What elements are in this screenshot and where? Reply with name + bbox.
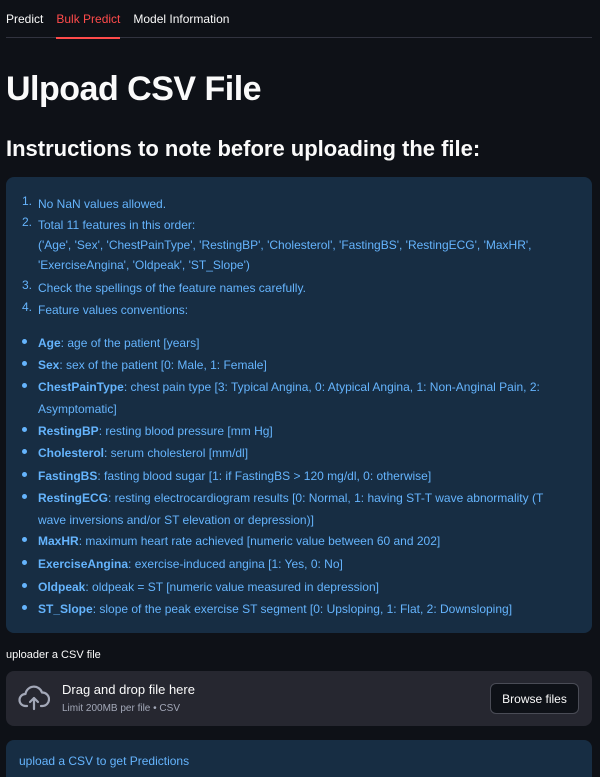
instructions-heading: Instructions to note before uploading th… [6,136,481,161]
bullet-icon [22,339,27,344]
page-title: Ulpoad CSV File [6,70,262,108]
dropzone-title: Drag and drop file here [62,682,195,697]
feature-desc: : resting blood pressure [mm Hg] [98,424,273,438]
feature-name: RestingECG [38,491,109,505]
tab-model-information[interactable]: Model Information [133,0,229,38]
feature-desc: : maximum heart rate achieved [numeric v… [78,534,441,548]
cloud-upload-icon [18,685,50,711]
instruction-text: ('Age', 'Sex', 'ChestPainType', 'Resting… [38,238,532,252]
bullet-icon [22,583,27,588]
file-dropzone[interactable]: Drag and drop file here Limit 200MB per … [6,671,592,726]
bullet-icon [22,383,27,388]
tab-bulk-predict[interactable]: Bulk Predict [56,0,121,39]
feature-desc: : oldpeak = ST [numeric value measured i… [85,580,379,594]
instruction-text: Total 11 features in this order: [38,218,196,232]
dropzone-limit: Limit 200MB per file • CSV [62,703,180,714]
list-number: 4. [22,300,33,314]
bullet-icon [22,361,27,366]
feature-name: Oldpeak [38,580,86,594]
feature-name: ExerciseAngina [38,557,129,571]
bullet-icon [22,494,27,499]
feature-name: ST_Slope [38,602,93,616]
feature-name: Age [38,336,61,350]
feature-desc: : serum cholesterol [mm/dl] [104,446,249,460]
list-number: 3. [22,278,33,292]
bullet-icon [22,472,27,477]
feature-desc: : fasting blood sugar [1: if FastingBS >… [97,469,432,483]
bullet-icon [22,449,27,454]
bullet-icon [22,427,27,432]
feature-desc: : exercise-induced angina [1: Yes, 0: No… [128,557,343,571]
instructions-box: 1. No NaN values allowed. 2. Total 11 fe… [6,177,592,633]
feature-desc: : age of the patient [years] [60,336,200,350]
feature-name: Sex [38,358,60,372]
list-number: 2. [22,215,33,229]
tab-bar: Predict Bulk Predict Model Information [6,0,592,39]
instruction-text: No NaN values allowed. [38,197,167,211]
tab-predict[interactable]: Predict [6,0,43,38]
bullet-icon [22,537,27,542]
feature-name: ChestPainType [38,380,124,394]
feature-name: Cholesterol [38,446,105,460]
uploader-label: uploader a CSV file [6,649,101,661]
instruction-text: Feature values conventions: [38,303,189,317]
instruction-text: Check the spellings of the feature names… [38,281,306,295]
feature-name: MaxHR [38,534,79,548]
bullet-icon [22,605,27,610]
feature-desc: : slope of the peak exercise ST segment … [92,602,513,616]
instruction-text: 'ExerciseAngina', 'Oldpeak', 'ST_Slope') [38,258,250,272]
alert-text: upload a CSV to get Predictions [19,754,190,768]
bullet-icon [22,560,27,565]
feature-name: RestingBP [38,424,99,438]
feature-desc: : sex of the patient [0: Male, 1: Female… [59,358,267,372]
info-alert: upload a CSV to get Predictions [6,740,592,777]
feature-name: FastingBS [38,469,98,483]
list-number: 1. [22,194,33,208]
feature-desc: : resting electrocardiogram results [0: … [38,491,544,527]
browse-files-button[interactable]: Browse files [490,683,579,714]
